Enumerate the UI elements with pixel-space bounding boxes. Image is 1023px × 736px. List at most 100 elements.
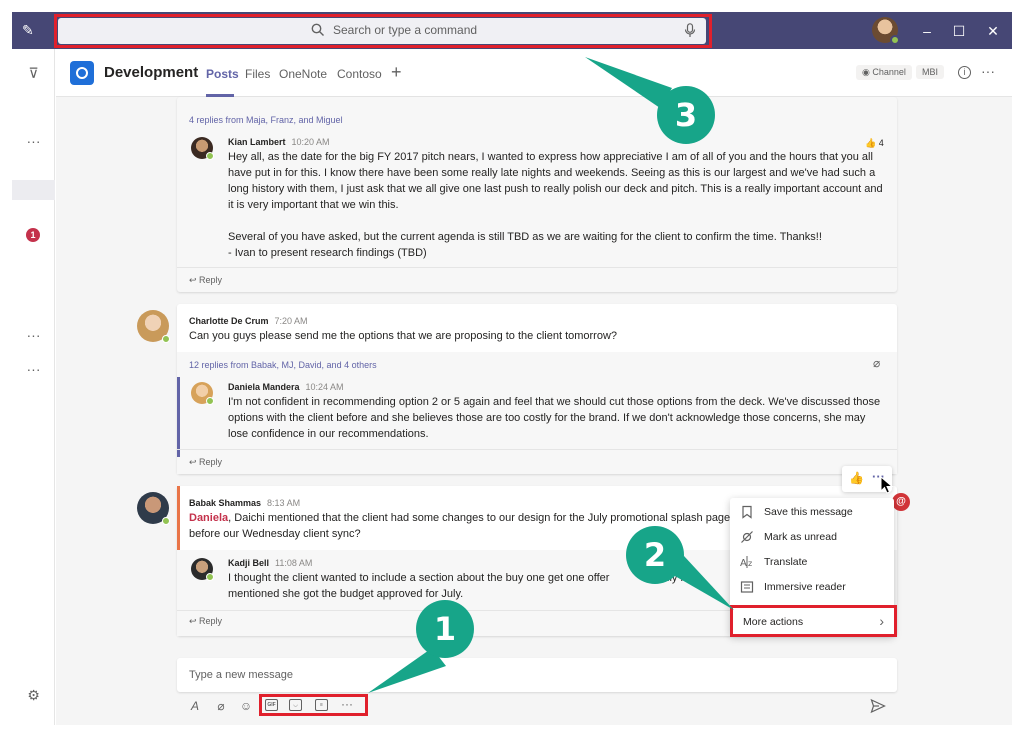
minimize-icon[interactable]: –	[917, 21, 937, 41]
menu-item-mark-unread[interactable]: Mark as unread	[740, 528, 888, 548]
attachment-icon: ⌀	[873, 356, 881, 370]
rail-more-icon[interactable]: ···	[12, 133, 55, 149]
message-time: 7:20 AM	[274, 316, 308, 326]
message-author: Babak Shammas 8:13 AM	[189, 498, 300, 508]
message-body: I thought the client wanted to include a…	[228, 572, 613, 584]
menu-item-save[interactable]: Save this message	[740, 503, 888, 523]
send-icon[interactable]	[870, 698, 886, 714]
reply-arrow-icon: ↩	[189, 275, 200, 285]
reply-button[interactable]: ↩ Reply	[189, 275, 222, 286]
more-options-icon[interactable]: ···	[981, 63, 995, 79]
avatar[interactable]	[137, 310, 170, 343]
author-name: Kadji Bell	[228, 558, 270, 568]
close-icon[interactable]: ✕	[983, 21, 1003, 41]
channel-chip-label: Channel	[872, 67, 906, 77]
rail-more-icon-3[interactable]: ···	[12, 361, 55, 377]
message-body: Daniela, Daichi mentioned that the clien…	[189, 510, 734, 526]
thumbs-up-icon: 👍	[865, 138, 877, 148]
message-time: 11:08 AM	[275, 558, 313, 568]
rail-active-item[interactable]	[12, 180, 55, 200]
add-tab-icon[interactable]: +	[391, 62, 402, 83]
replies-summary-link[interactable]: 12 replies from Babak, MJ, David, and 4 …	[189, 360, 377, 370]
thread-card-2: Charlotte De Crum 7:20 AM Can you guys pl…	[177, 304, 897, 474]
message-body: I'm not confident in recommending option…	[228, 396, 881, 440]
reply-label: Reply	[199, 457, 223, 467]
maximize-icon[interactable]: ☐	[949, 21, 969, 41]
team-logo-icon	[70, 61, 94, 85]
message-body-2: Several of you have asked, but the curre…	[228, 231, 822, 243]
avatar[interactable]	[191, 382, 214, 405]
rail-more-icon-2[interactable]: ···	[12, 327, 55, 343]
avatar[interactable]	[137, 492, 170, 525]
channel-header: Development Posts Files OneNote Contoso …	[56, 49, 1012, 97]
translate-icon: Az	[740, 556, 752, 569]
settings-icon[interactable]: ⚙	[12, 687, 55, 704]
mbi-chip[interactable]: MBI	[916, 65, 945, 79]
channel-chip[interactable]: ◉ Channel	[856, 65, 912, 80]
presence-icon	[162, 335, 170, 343]
mention-accent	[177, 486, 180, 550]
mark-unread-icon	[741, 531, 753, 543]
mouse-cursor-icon	[880, 476, 894, 494]
message-author: Daniela Mandera 10:24 AM	[228, 382, 344, 392]
divider	[177, 267, 897, 268]
compose-new-icon[interactable]: ✎	[22, 22, 38, 38]
immersive-reader-icon	[740, 581, 754, 593]
message-time: 8:13 AM	[267, 498, 301, 508]
team-name: Development	[104, 64, 199, 81]
like-icon[interactable]: 👍	[849, 471, 864, 485]
tab-files[interactable]: Files	[245, 67, 270, 81]
callout-1-badge: 1	[416, 600, 474, 658]
reply-button[interactable]: ↩ Reply	[189, 616, 222, 627]
left-rail: ⊽ ··· 1 ··· ··· ⚙	[12, 49, 55, 725]
tab-onenote[interactable]: OneNote	[279, 67, 327, 81]
presence-icon	[206, 397, 214, 405]
avatar[interactable]	[191, 558, 214, 581]
divider	[177, 449, 897, 450]
thread-card-1: 4 replies from Maja, Franz, and Miguel K…	[177, 97, 897, 292]
svg-text:z: z	[748, 559, 752, 568]
menu-item-immersive-reader[interactable]: Immersive reader	[740, 578, 888, 598]
info-icon[interactable]: i	[958, 66, 971, 79]
unread-accent	[177, 377, 180, 457]
mention-tag[interactable]: Daniela	[189, 512, 228, 524]
message-body: Hey all, as the date for the big FY 2017…	[228, 151, 883, 211]
tab-contoso[interactable]: Contoso	[337, 67, 382, 81]
message-body: Can you guys please send me the options …	[189, 330, 618, 342]
message-author: Kadji Bell 11:08 AM	[228, 558, 312, 568]
filter-icon[interactable]: ⊽	[12, 65, 55, 82]
presence-icon	[206, 152, 214, 160]
avatar[interactable]	[191, 137, 214, 160]
menu-item-label: Save this message	[764, 506, 853, 518]
replies-summary-link[interactable]: 4 replies from Maja, Franz, and Miguel	[189, 115, 343, 125]
menu-item-label: Translate	[764, 556, 808, 568]
message-body-2: mentioned she got the budget approved fo…	[228, 588, 464, 600]
callout-2-badge: 2	[626, 526, 684, 584]
reply-label: Reply	[199, 616, 223, 626]
compose-box[interactable]: Type a new message	[177, 658, 897, 692]
menu-item-label: Immersive reader	[764, 581, 846, 593]
format-icon[interactable]: A	[187, 698, 203, 714]
compose-placeholder: Type a new message	[189, 669, 293, 681]
profile-avatar[interactable]	[872, 17, 900, 45]
more-actions-item[interactable]: More actions ›	[730, 605, 897, 637]
title-bar: ✎ Search or type a command – ☐ ✕	[12, 12, 1012, 49]
presence-icon	[206, 573, 214, 581]
eye-icon: ◉	[862, 67, 873, 77]
presence-icon	[162, 517, 170, 525]
author-name: Babak Shammas	[189, 498, 262, 508]
reply-arrow-icon: ↩	[189, 457, 200, 467]
menu-item-translate[interactable]: Az Translate	[740, 553, 888, 573]
message-time: 10:20 AM	[291, 137, 330, 147]
message-time: 10:24 AM	[305, 382, 344, 392]
emoji-icon[interactable]: ☺	[238, 698, 254, 714]
reply-arrow-icon: ↩	[189, 616, 200, 626]
message-author: Charlotte De Crum 7:20 AM	[189, 316, 308, 326]
reply-label: Reply	[199, 275, 223, 285]
message-text: , Daichi mentioned that the client had s…	[228, 512, 731, 524]
tab-posts[interactable]: Posts	[206, 67, 239, 81]
like-reaction[interactable]: 👍 4	[865, 138, 884, 149]
reply-button[interactable]: ↩ Reply	[189, 457, 222, 468]
attach-icon[interactable]: ⌀	[213, 698, 229, 714]
message-author: Kian Lambert 10:20 AM	[228, 137, 330, 147]
